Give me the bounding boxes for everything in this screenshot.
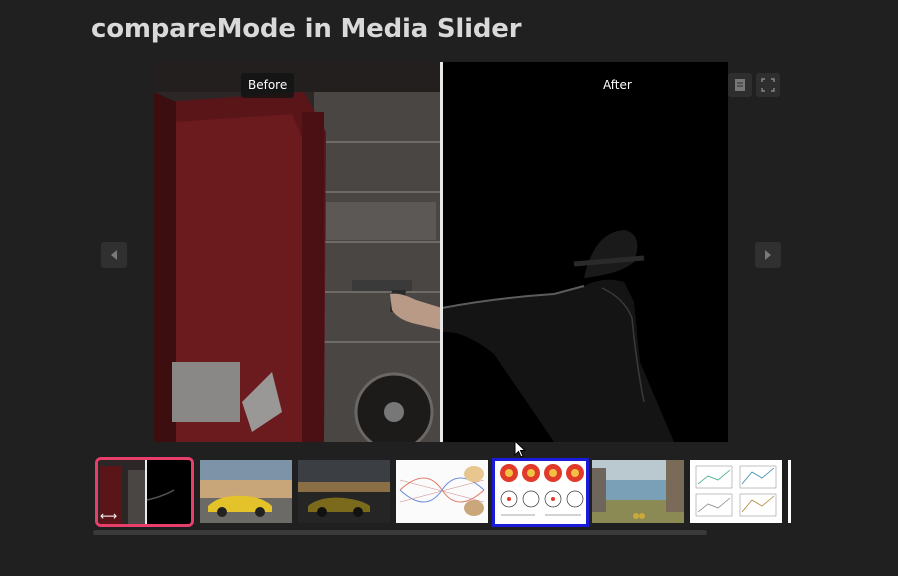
thumbnail-item[interactable] xyxy=(298,460,390,523)
prev-button[interactable] xyxy=(101,242,127,268)
fullscreen-icon xyxy=(761,78,775,92)
after-label: After xyxy=(603,78,632,92)
thumbnail-item[interactable] xyxy=(788,460,791,523)
page-title: compareMode in Media Slider xyxy=(91,14,522,44)
thumbnail-item-selected[interactable] xyxy=(492,458,589,527)
thumbnail-scrollbar[interactable] xyxy=(93,530,707,535)
swap-arrows-icon: ⟷ xyxy=(100,509,118,523)
thumbnail-item[interactable] xyxy=(592,460,684,523)
fullscreen-button[interactable] xyxy=(756,73,780,97)
chevron-left-icon xyxy=(111,250,117,260)
chevron-right-icon xyxy=(765,250,771,260)
thumbnail-item[interactable] xyxy=(200,460,292,523)
compare-divider-handle[interactable] xyxy=(440,62,443,442)
thumbnail-item[interactable] xyxy=(396,460,488,523)
compare-viewer[interactable]: Before After xyxy=(154,62,728,442)
thumbnail-strip: ⟷ xyxy=(0,457,898,527)
thumbnail-compare-active[interactable]: ⟷ xyxy=(95,457,194,527)
mouse-cursor-icon xyxy=(514,440,527,458)
document-icon xyxy=(735,79,745,91)
thumbnail-item[interactable] xyxy=(690,460,782,523)
next-button[interactable] xyxy=(755,242,781,268)
document-button[interactable] xyxy=(728,73,752,97)
before-label: Before xyxy=(241,73,295,98)
